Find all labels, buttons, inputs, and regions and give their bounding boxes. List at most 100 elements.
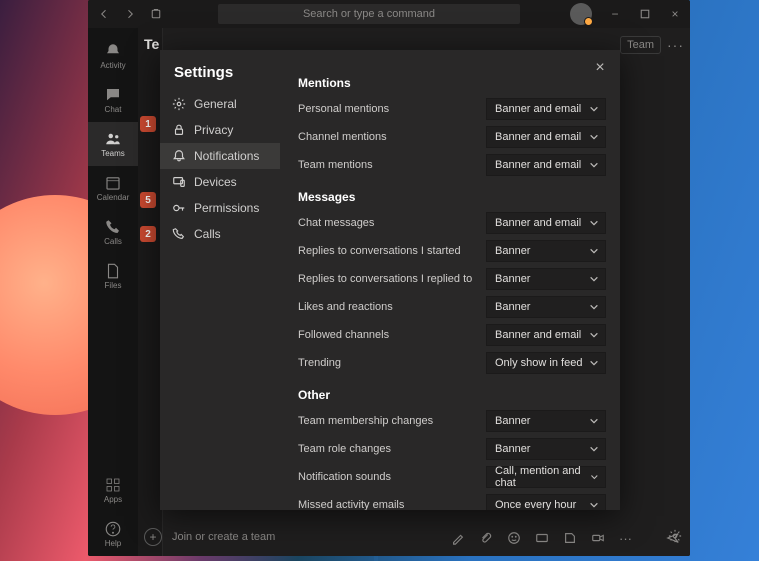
setting-label: Chat messages (298, 217, 486, 229)
meet-icon[interactable] (591, 531, 605, 548)
nav-notifications[interactable]: Notifications (160, 143, 280, 169)
dropdown-replies-replied[interactable]: Banner (486, 268, 606, 290)
dropdown-value: Banner (495, 301, 530, 313)
nav-label: General (194, 97, 237, 111)
dropdown-value: Banner (495, 443, 530, 455)
dropdown-followed-channels[interactable]: Banner and email (486, 324, 606, 346)
settings-title: Settings (160, 64, 280, 91)
nav-devices[interactable]: Devices (160, 169, 280, 195)
chevron-down-icon (589, 274, 599, 284)
avatar[interactable] (570, 3, 592, 25)
setting-row-role-changes: Team role changes Banner (298, 438, 606, 460)
rail-activity[interactable]: Activity (88, 34, 138, 78)
window-close-button[interactable]: × (660, 0, 690, 28)
nav-forward-button[interactable] (118, 3, 142, 25)
nav-label: Privacy (194, 123, 233, 137)
chevron-down-icon (589, 500, 599, 510)
dropdown-role-changes[interactable]: Banner (486, 438, 606, 460)
dropdown-value: Banner (495, 273, 530, 285)
nav-permissions[interactable]: Permissions (160, 195, 280, 221)
setting-label: Team membership changes (298, 415, 486, 427)
rail-calendar[interactable]: Calendar (88, 166, 138, 210)
calendar-icon (104, 174, 122, 192)
files-icon (104, 262, 122, 280)
window-maximize-button[interactable] (630, 0, 660, 28)
format-icon[interactable] (451, 531, 465, 548)
help-icon (104, 520, 122, 538)
dropdown-trending[interactable]: Only show in feed (486, 352, 606, 374)
nav-label: Permissions (194, 201, 259, 215)
nav-calls[interactable]: Calls (160, 221, 280, 247)
dropdown-value: Banner and email (495, 217, 581, 229)
rail-chat[interactable]: Chat (88, 78, 138, 122)
chevron-down-icon (589, 330, 599, 340)
setting-row-replies-replied: Replies to conversations I replied to Ba… (298, 268, 606, 290)
dropdown-value: Only show in feed (495, 357, 582, 369)
dropdown-notification-sounds[interactable]: Call, mention and chat (486, 466, 606, 488)
rail-files[interactable]: Files (88, 254, 138, 298)
dropdown-missed-emails[interactable]: Once every hour (486, 494, 606, 510)
nav-label: Devices (194, 175, 237, 189)
sticker-icon[interactable] (563, 531, 577, 548)
setting-row-membership-changes: Team membership changes Banner (298, 410, 606, 432)
dropdown-channel-mentions[interactable]: Banner and email (486, 126, 606, 148)
notification-badge: 1 (140, 116, 156, 132)
dropdown-team-mentions[interactable]: Banner and email (486, 154, 606, 176)
rail-teams[interactable]: Teams (88, 122, 138, 166)
window-minimize-button[interactable]: − (600, 0, 630, 28)
more-icon[interactable]: ··· (619, 531, 632, 548)
rail-label: Chat (105, 105, 122, 114)
settings-content: × Mentions Personal mentions Banner and … (280, 50, 620, 510)
join-team-button[interactable]: + (144, 528, 162, 546)
rail-label: Apps (104, 495, 122, 504)
close-button[interactable]: × (590, 58, 610, 78)
dropdown-personal-mentions[interactable]: Banner and email (486, 98, 606, 120)
nav-back-button[interactable] (92, 3, 116, 25)
setting-label: Channel mentions (298, 131, 486, 143)
dropdown-likes[interactable]: Banner (486, 296, 606, 318)
rail-apps[interactable]: Apps (88, 468, 138, 512)
dropdown-value: Banner and email (495, 159, 581, 171)
titlebar-right: − × (570, 0, 690, 28)
rail-help[interactable]: Help (88, 512, 138, 556)
chevron-down-icon (589, 104, 599, 114)
nav-general[interactable]: General (160, 91, 280, 117)
setting-row-notification-sounds: Notification sounds Call, mention and ch… (298, 466, 606, 488)
setting-label: Replies to conversations I started (298, 245, 486, 257)
settings-modal: Settings General Privacy Notifications D… (160, 50, 620, 510)
more-options-button[interactable]: ··· (667, 37, 684, 53)
dropdown-chat-messages[interactable]: Banner and email (486, 212, 606, 234)
chevron-down-icon (589, 218, 599, 228)
dropdown-value: Banner (495, 415, 530, 427)
setting-row-replies-started: Replies to conversations I started Banne… (298, 240, 606, 262)
setting-row-personal-mentions: Personal mentions Banner and email (298, 98, 606, 120)
dropdown-replies-started[interactable]: Banner (486, 240, 606, 262)
send-icon[interactable] (666, 531, 680, 548)
rail-label: Calendar (97, 193, 129, 202)
section-mentions-title: Mentions (298, 76, 606, 90)
teams-icon (104, 130, 122, 148)
setting-row-followed-channels: Followed channels Banner and email (298, 324, 606, 346)
rail-calls[interactable]: Calls (88, 210, 138, 254)
setting-label: Notification sounds (298, 471, 486, 483)
setting-label: Team role changes (298, 443, 486, 455)
phone-icon (172, 227, 186, 241)
attach-icon[interactable] (479, 531, 493, 548)
team-chip[interactable]: Team (620, 36, 661, 54)
setting-label: Missed activity emails (298, 499, 486, 510)
emoji-icon[interactable] (507, 531, 521, 548)
dropdown-value: Banner (495, 245, 530, 257)
gif-icon[interactable] (535, 531, 549, 548)
activity-icon (104, 42, 122, 60)
notification-badge: 5 (140, 192, 156, 208)
rail-label: Help (105, 539, 121, 548)
setting-row-channel-mentions: Channel mentions Banner and email (298, 126, 606, 148)
dropdown-value: Banner and email (495, 329, 581, 341)
nav-privacy[interactable]: Privacy (160, 117, 280, 143)
new-note-button[interactable] (144, 3, 168, 25)
app-rail: Activity Chat Teams Calendar Calls Files (88, 28, 138, 556)
content-header-actions: Team ··· (620, 36, 684, 54)
setting-row-trending: Trending Only show in feed (298, 352, 606, 374)
dropdown-membership-changes[interactable]: Banner (486, 410, 606, 432)
search-input[interactable]: Search or type a command (218, 4, 520, 24)
